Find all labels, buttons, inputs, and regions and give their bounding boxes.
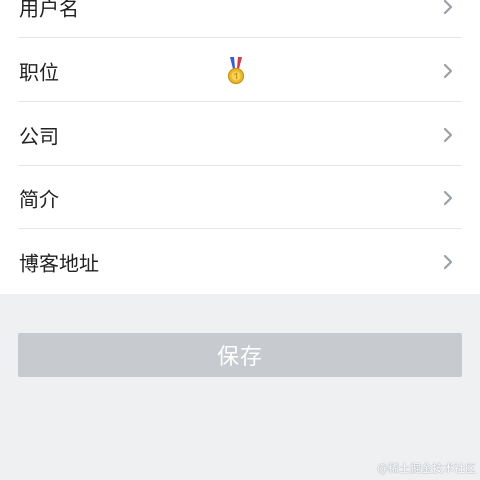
row-label-username: 用户名 (19, 0, 79, 20)
row-username[interactable]: 用户名 (0, 0, 480, 38)
save-button[interactable]: 保存 (18, 333, 462, 377)
row-label-position: 职位 (19, 60, 59, 84)
medal-icon (227, 56, 245, 84)
chevron-right-icon (443, 190, 453, 205)
chevron-right-icon (443, 63, 453, 78)
watermark: @稀土掘金技术社区 (377, 462, 476, 475)
row-position[interactable]: 职位 (0, 39, 480, 102)
chevron-right-icon (443, 127, 453, 142)
row-divider (18, 228, 462, 229)
profile-settings-list: 用户名 职位 公司 简介 博客地址 (0, 0, 480, 294)
row-blog-url[interactable]: 博客地址 (0, 230, 480, 293)
row-label-blog-url: 博客地址 (19, 251, 99, 275)
row-bio[interactable]: 简介 (0, 166, 480, 229)
chevron-right-icon (443, 254, 453, 269)
row-company[interactable]: 公司 (0, 103, 480, 166)
row-label-bio: 简介 (19, 187, 59, 211)
row-divider (18, 101, 462, 102)
row-divider (18, 37, 462, 38)
row-label-company: 公司 (19, 124, 59, 148)
chevron-right-icon (443, 0, 453, 14)
